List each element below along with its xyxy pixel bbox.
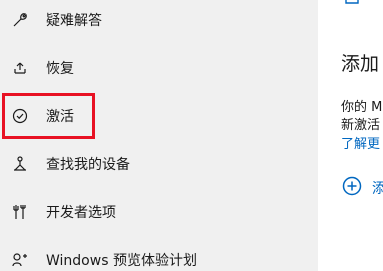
description-line-1: 你的 M [341, 100, 383, 115]
recovery-icon [11, 59, 29, 77]
sidebar-item-developer-options[interactable]: 开发者选项 [0, 192, 318, 232]
selection-highlight-box [2, 93, 95, 139]
content-pane: 添加 你的 M 新激活 了解更 添 [318, 0, 383, 271]
sidebar-item-label: Windows 预览体验计划 [46, 253, 197, 269]
insider-icon [11, 251, 29, 269]
learn-more-link[interactable]: 了解更 [341, 133, 380, 152]
plus-circle-icon [342, 176, 362, 200]
developer-tools-icon [11, 203, 29, 221]
add-button-label: 添 [372, 181, 383, 197]
sidebar-item-label: 恢复 [46, 61, 74, 77]
sidebar-item-label: 开发者选项 [46, 205, 116, 221]
add-button[interactable]: 添 [342, 176, 383, 200]
sidebar-item-troubleshoot[interactable]: 疑难解答 [0, 0, 318, 40]
sidebar-item-find-device[interactable]: 查找我的设备 [0, 144, 318, 184]
sidebar-item-windows-insider[interactable]: Windows 预览体验计划 [0, 240, 318, 271]
sidebar-item-recovery[interactable]: 恢复 [0, 48, 318, 88]
sidebar-item-label: 疑难解答 [46, 13, 102, 29]
wrench-icon [11, 11, 29, 29]
settings-window: 疑难解答 恢复 激活 查找我的设备 开发者选项 Windows 预览体验计划 添… [0, 0, 383, 271]
sidebar-nav: 疑难解答 恢复 激活 查找我的设备 开发者选项 Windows 预览体验计划 [0, 0, 318, 271]
description-line-2: 新激活 [341, 118, 381, 133]
device-link-icon [344, 0, 360, 6]
sidebar-item-label: 查找我的设备 [46, 157, 130, 173]
page-title: 添加 [341, 53, 380, 75]
find-device-icon [11, 155, 29, 173]
